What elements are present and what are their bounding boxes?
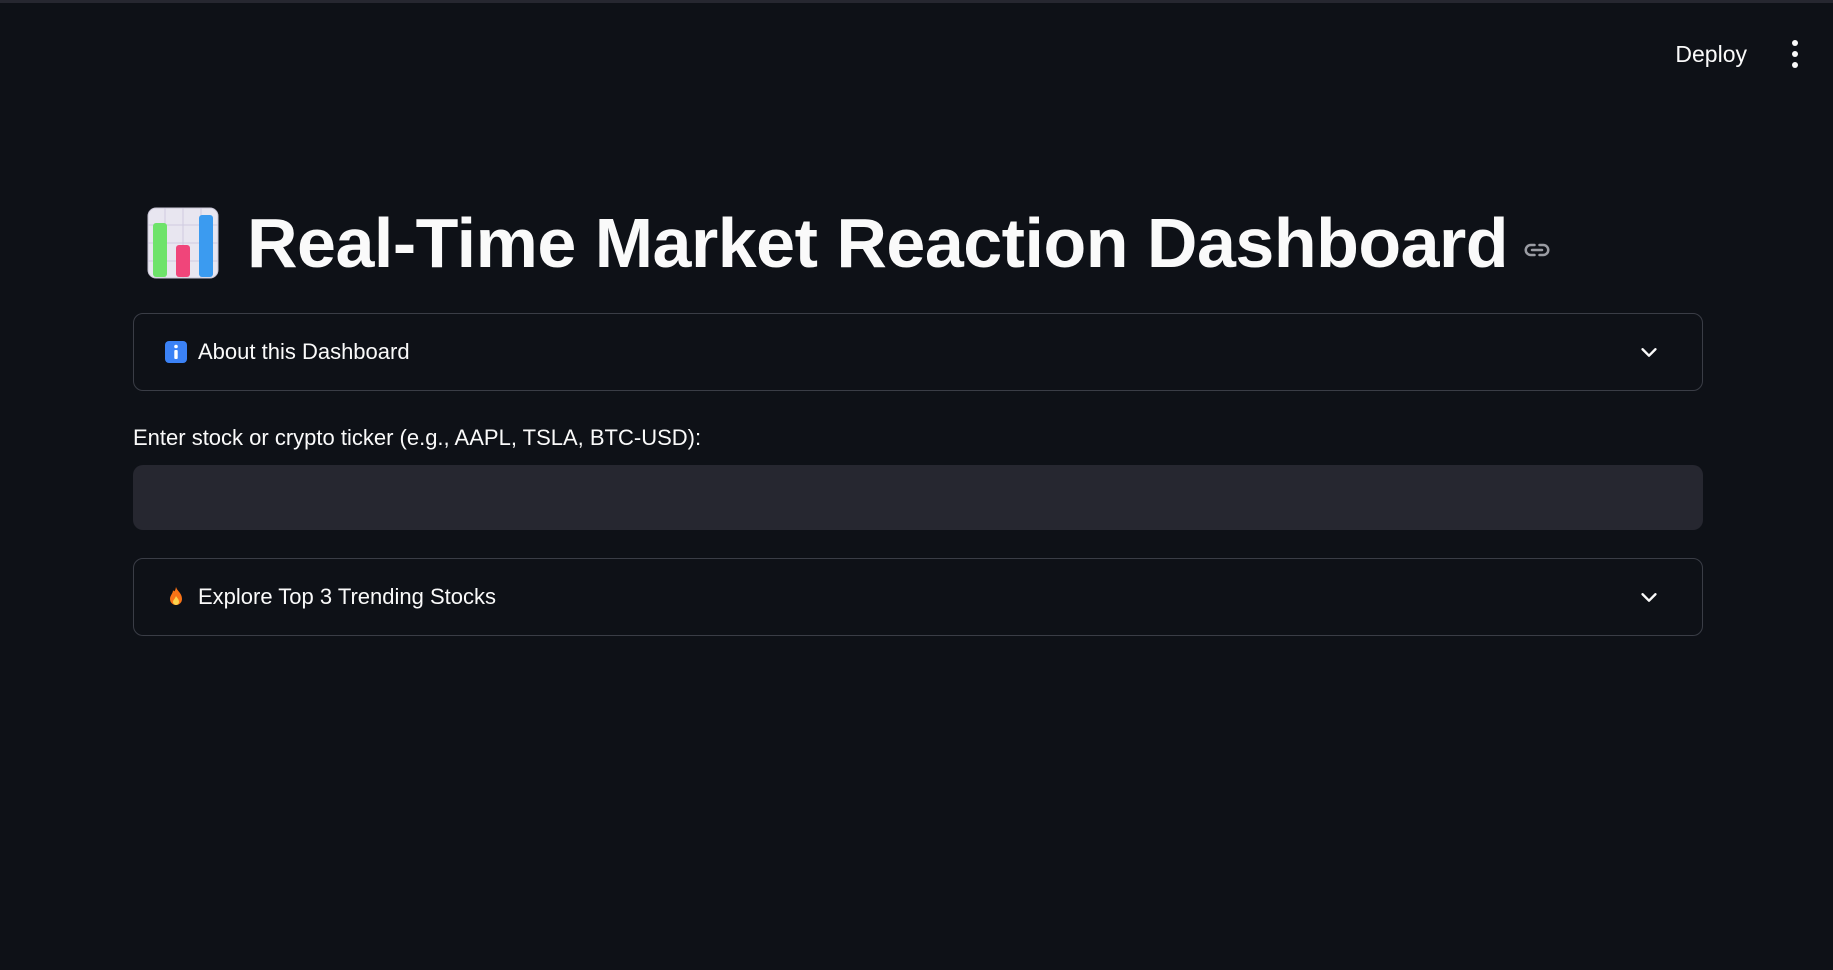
page-title: Real-Time Market Reaction Dashboard [247, 204, 1509, 282]
top-decoration-bar [0, 0, 1833, 3]
about-expander-label: About this Dashboard [198, 339, 410, 364]
about-expander[interactable]: About this Dashboard [133, 313, 1703, 391]
vertical-ellipsis-icon [1792, 40, 1798, 46]
deploy-button[interactable]: Deploy [1667, 37, 1755, 72]
trending-expander-label: Explore Top 3 Trending Stocks [198, 584, 496, 609]
ticker-input-label: Enter stock or crypto ticker (e.g., AAPL… [133, 425, 702, 450]
main-menu-button[interactable] [1783, 36, 1807, 72]
fire-icon [164, 585, 188, 609]
app-root: Deploy Real-Time Market Reaction Dashboa… [0, 0, 1833, 970]
ticker-input[interactable] [133, 465, 1703, 530]
vertical-ellipsis-icon-dot [1792, 62, 1798, 68]
bar-chart-icon [147, 207, 219, 279]
trending-stocks-expander[interactable]: Explore Top 3 Trending Stocks [133, 558, 1703, 636]
app-header: Deploy [1667, 36, 1807, 72]
link-icon[interactable] [1522, 235, 1552, 265]
info-icon [164, 340, 188, 364]
main-content: Real-Time Market Reaction Dashboard Abou… [133, 200, 1703, 636]
chevron-down-icon [1641, 593, 1657, 602]
vertical-ellipsis-icon-dot [1792, 51, 1798, 57]
title-row: Real-Time Market Reaction Dashboard [133, 200, 1703, 286]
chevron-down-icon [1641, 348, 1657, 357]
